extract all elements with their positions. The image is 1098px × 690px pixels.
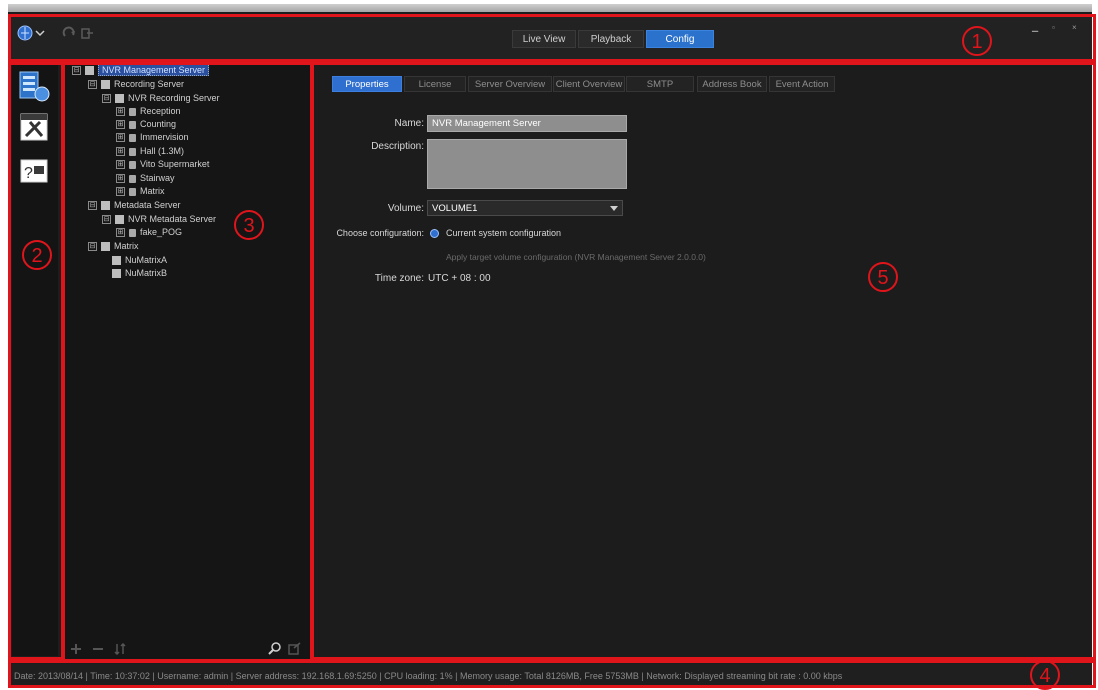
annotation-box-main [310, 62, 1096, 660]
annotation-number: 4 [1030, 660, 1060, 690]
annotation-box-toolbar [8, 14, 1096, 62]
annotation-box-sidebar [8, 62, 64, 660]
annotation-number: 2 [22, 240, 52, 270]
annotation-number: 5 [868, 262, 898, 292]
annotation-number: 1 [962, 26, 992, 56]
annotation-box-status [8, 660, 1096, 688]
annotation-number: 3 [234, 210, 264, 240]
annotation-box-tree [62, 62, 314, 662]
